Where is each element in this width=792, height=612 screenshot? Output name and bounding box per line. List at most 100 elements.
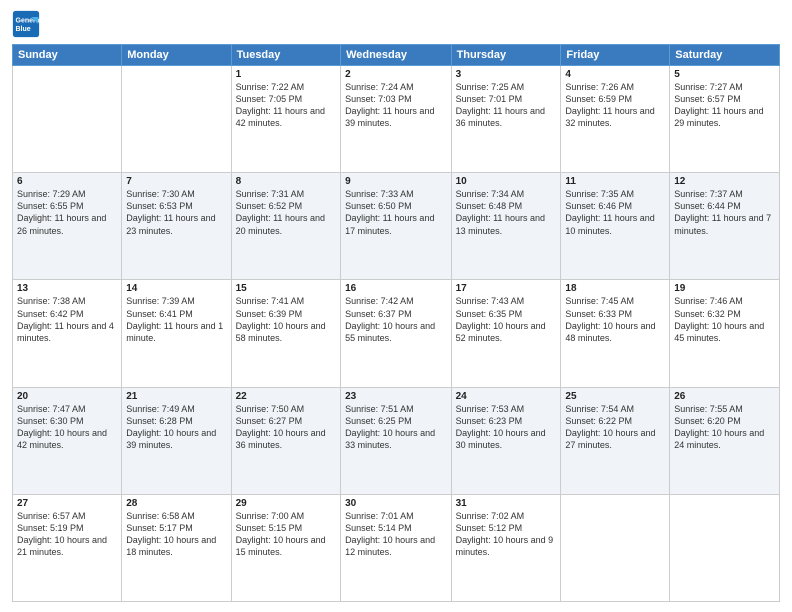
- day-cell: 17Sunrise: 7:43 AMSunset: 6:35 PMDayligh…: [451, 280, 561, 387]
- day-info: Sunrise: 7:26 AMSunset: 6:59 PMDaylight:…: [565, 81, 665, 130]
- col-header-thursday: Thursday: [451, 45, 561, 66]
- day-cell: 10Sunrise: 7:34 AMSunset: 6:48 PMDayligh…: [451, 173, 561, 280]
- col-header-saturday: Saturday: [670, 45, 780, 66]
- day-cell: 1Sunrise: 7:22 AMSunset: 7:05 PMDaylight…: [231, 66, 340, 173]
- col-header-monday: Monday: [122, 45, 231, 66]
- day-number: 13: [17, 283, 117, 294]
- day-info: Sunrise: 7:53 AMSunset: 6:23 PMDaylight:…: [456, 403, 557, 452]
- day-cell: 26Sunrise: 7:55 AMSunset: 6:20 PMDayligh…: [670, 387, 780, 494]
- day-cell: 15Sunrise: 7:41 AMSunset: 6:39 PMDayligh…: [231, 280, 340, 387]
- day-info: Sunrise: 7:01 AMSunset: 5:14 PMDaylight:…: [345, 510, 447, 559]
- day-cell: 9Sunrise: 7:33 AMSunset: 6:50 PMDaylight…: [341, 173, 452, 280]
- day-number: 22: [236, 391, 336, 402]
- day-number: 27: [17, 498, 117, 509]
- day-info: Sunrise: 7:43 AMSunset: 6:35 PMDaylight:…: [456, 295, 557, 344]
- day-info: Sunrise: 7:55 AMSunset: 6:20 PMDaylight:…: [674, 403, 775, 452]
- day-cell: 21Sunrise: 7:49 AMSunset: 6:28 PMDayligh…: [122, 387, 231, 494]
- day-info: Sunrise: 7:49 AMSunset: 6:28 PMDaylight:…: [126, 403, 226, 452]
- day-info: Sunrise: 7:39 AMSunset: 6:41 PMDaylight:…: [126, 295, 226, 344]
- day-cell: 29Sunrise: 7:00 AMSunset: 5:15 PMDayligh…: [231, 494, 340, 601]
- day-cell: 5Sunrise: 7:27 AMSunset: 6:57 PMDaylight…: [670, 66, 780, 173]
- day-info: Sunrise: 7:46 AMSunset: 6:32 PMDaylight:…: [674, 295, 775, 344]
- day-number: 28: [126, 498, 226, 509]
- day-info: Sunrise: 7:38 AMSunset: 6:42 PMDaylight:…: [17, 295, 117, 344]
- day-info: Sunrise: 7:42 AMSunset: 6:37 PMDaylight:…: [345, 295, 447, 344]
- day-info: Sunrise: 6:58 AMSunset: 5:17 PMDaylight:…: [126, 510, 226, 559]
- day-number: 17: [456, 283, 557, 294]
- day-number: 3: [456, 69, 557, 80]
- day-cell: [670, 494, 780, 601]
- day-info: Sunrise: 7:30 AMSunset: 6:53 PMDaylight:…: [126, 188, 226, 237]
- day-number: 1: [236, 69, 336, 80]
- day-number: 19: [674, 283, 775, 294]
- day-info: Sunrise: 7:22 AMSunset: 7:05 PMDaylight:…: [236, 81, 336, 130]
- day-number: 18: [565, 283, 665, 294]
- day-info: Sunrise: 7:35 AMSunset: 6:46 PMDaylight:…: [565, 188, 665, 237]
- week-row-1: 1Sunrise: 7:22 AMSunset: 7:05 PMDaylight…: [13, 66, 780, 173]
- day-info: Sunrise: 7:37 AMSunset: 6:44 PMDaylight:…: [674, 188, 775, 237]
- day-info: Sunrise: 7:00 AMSunset: 5:15 PMDaylight:…: [236, 510, 336, 559]
- day-number: 24: [456, 391, 557, 402]
- day-number: 23: [345, 391, 447, 402]
- col-header-sunday: Sunday: [13, 45, 122, 66]
- day-cell: 6Sunrise: 7:29 AMSunset: 6:55 PMDaylight…: [13, 173, 122, 280]
- day-cell: 11Sunrise: 7:35 AMSunset: 6:46 PMDayligh…: [561, 173, 670, 280]
- day-cell: 14Sunrise: 7:39 AMSunset: 6:41 PMDayligh…: [122, 280, 231, 387]
- day-number: 11: [565, 176, 665, 187]
- day-info: Sunrise: 7:31 AMSunset: 6:52 PMDaylight:…: [236, 188, 336, 237]
- day-cell: 2Sunrise: 7:24 AMSunset: 7:03 PMDaylight…: [341, 66, 452, 173]
- day-info: Sunrise: 7:45 AMSunset: 6:33 PMDaylight:…: [565, 295, 665, 344]
- week-row-5: 27Sunrise: 6:57 AMSunset: 5:19 PMDayligh…: [13, 494, 780, 601]
- day-number: 31: [456, 498, 557, 509]
- day-number: 2: [345, 69, 447, 80]
- day-info: Sunrise: 7:51 AMSunset: 6:25 PMDaylight:…: [345, 403, 447, 452]
- day-cell: 12Sunrise: 7:37 AMSunset: 6:44 PMDayligh…: [670, 173, 780, 280]
- day-number: 21: [126, 391, 226, 402]
- day-number: 14: [126, 283, 226, 294]
- day-cell: 23Sunrise: 7:51 AMSunset: 6:25 PMDayligh…: [341, 387, 452, 494]
- logo-icon: General Blue: [12, 10, 40, 38]
- day-cell: 20Sunrise: 7:47 AMSunset: 6:30 PMDayligh…: [13, 387, 122, 494]
- day-cell: [122, 66, 231, 173]
- day-info: Sunrise: 7:29 AMSunset: 6:55 PMDaylight:…: [17, 188, 117, 237]
- day-cell: 18Sunrise: 7:45 AMSunset: 6:33 PMDayligh…: [561, 280, 670, 387]
- day-number: 6: [17, 176, 117, 187]
- day-cell: 24Sunrise: 7:53 AMSunset: 6:23 PMDayligh…: [451, 387, 561, 494]
- week-row-4: 20Sunrise: 7:47 AMSunset: 6:30 PMDayligh…: [13, 387, 780, 494]
- day-number: 8: [236, 176, 336, 187]
- day-cell: 19Sunrise: 7:46 AMSunset: 6:32 PMDayligh…: [670, 280, 780, 387]
- col-header-friday: Friday: [561, 45, 670, 66]
- day-cell: 30Sunrise: 7:01 AMSunset: 5:14 PMDayligh…: [341, 494, 452, 601]
- day-info: Sunrise: 7:02 AMSunset: 5:12 PMDaylight:…: [456, 510, 557, 559]
- day-cell: 28Sunrise: 6:58 AMSunset: 5:17 PMDayligh…: [122, 494, 231, 601]
- page: General Blue SundayMondayTuesdayWednesda…: [0, 0, 792, 612]
- day-info: Sunrise: 7:34 AMSunset: 6:48 PMDaylight:…: [456, 188, 557, 237]
- day-cell: 16Sunrise: 7:42 AMSunset: 6:37 PMDayligh…: [341, 280, 452, 387]
- day-cell: 8Sunrise: 7:31 AMSunset: 6:52 PMDaylight…: [231, 173, 340, 280]
- col-header-wednesday: Wednesday: [341, 45, 452, 66]
- day-number: 25: [565, 391, 665, 402]
- day-number: 30: [345, 498, 447, 509]
- week-row-2: 6Sunrise: 7:29 AMSunset: 6:55 PMDaylight…: [13, 173, 780, 280]
- day-number: 26: [674, 391, 775, 402]
- col-header-tuesday: Tuesday: [231, 45, 340, 66]
- day-info: Sunrise: 7:24 AMSunset: 7:03 PMDaylight:…: [345, 81, 447, 130]
- day-info: Sunrise: 7:25 AMSunset: 7:01 PMDaylight:…: [456, 81, 557, 130]
- day-info: Sunrise: 7:27 AMSunset: 6:57 PMDaylight:…: [674, 81, 775, 130]
- svg-text:Blue: Blue: [16, 26, 31, 33]
- day-number: 15: [236, 283, 336, 294]
- calendar-table: SundayMondayTuesdayWednesdayThursdayFrid…: [12, 44, 780, 602]
- week-row-3: 13Sunrise: 7:38 AMSunset: 6:42 PMDayligh…: [13, 280, 780, 387]
- day-cell: 7Sunrise: 7:30 AMSunset: 6:53 PMDaylight…: [122, 173, 231, 280]
- day-info: Sunrise: 7:33 AMSunset: 6:50 PMDaylight:…: [345, 188, 447, 237]
- logo: General Blue: [12, 10, 44, 38]
- day-number: 5: [674, 69, 775, 80]
- day-number: 4: [565, 69, 665, 80]
- day-info: Sunrise: 7:41 AMSunset: 6:39 PMDaylight:…: [236, 295, 336, 344]
- day-number: 9: [345, 176, 447, 187]
- day-cell: 3Sunrise: 7:25 AMSunset: 7:01 PMDaylight…: [451, 66, 561, 173]
- day-cell: [13, 66, 122, 173]
- day-cell: 27Sunrise: 6:57 AMSunset: 5:19 PMDayligh…: [13, 494, 122, 601]
- day-cell: 25Sunrise: 7:54 AMSunset: 6:22 PMDayligh…: [561, 387, 670, 494]
- day-number: 7: [126, 176, 226, 187]
